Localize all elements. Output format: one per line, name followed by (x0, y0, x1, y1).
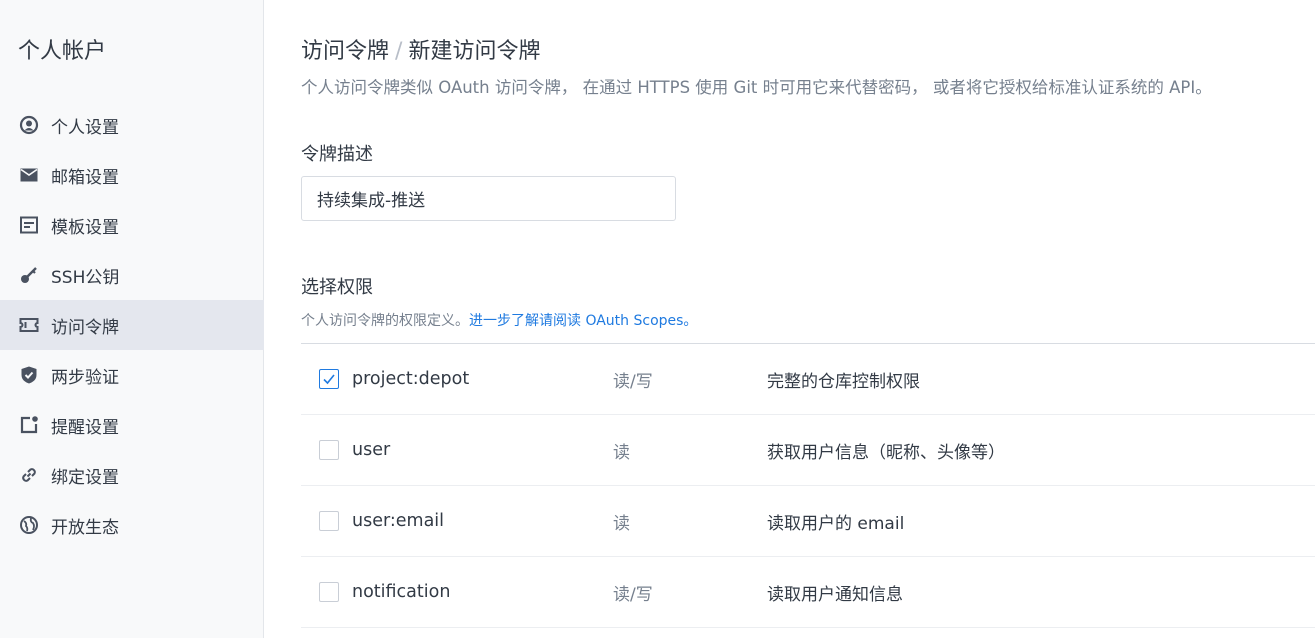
sidebar-item-label: SSH公钥 (51, 267, 120, 288)
notification-icon (18, 414, 40, 436)
permissions-hint-text: 个人访问令牌的权限定义。 (301, 313, 469, 329)
table-row: user 读 获取用户信息（昵称、头像等） (301, 415, 1315, 486)
key-icon (18, 264, 40, 286)
mail-icon (18, 164, 40, 186)
ticket-icon (18, 314, 40, 336)
breadcrumb: 访问令牌 / 新建访问令牌 (301, 37, 540, 67)
page-description: 个人访问令牌类似 OAuth 访问令牌， 在通过 HTTPS 使用 Git 时可… (301, 78, 1212, 97)
scope-name: user (352, 440, 391, 460)
scope-description: 读取用户的 email (767, 513, 905, 534)
sidebar-item-label: 个人设置 (51, 117, 119, 138)
scope-access: 读/写 (613, 584, 653, 605)
sidebar: 个人帐户 个人设置 邮箱设置 模板设置 SSH公钥 访问令牌 两步验证 提醒设置… (0, 0, 264, 638)
scope-access: 读 (613, 442, 630, 463)
scope-checkbox-project-depot[interactable] (319, 369, 339, 389)
token-description-input[interactable] (301, 176, 676, 221)
sidebar-item-binding-settings[interactable]: 绑定设置 (0, 450, 264, 500)
oauth-scopes-link[interactable]: 进一步了解请阅读 OAuth Scopes。 (469, 313, 697, 329)
sidebar-item-access-tokens[interactable]: 访问令牌 (0, 300, 264, 350)
scope-access: 读/写 (613, 371, 653, 392)
sidebar-item-template-settings[interactable]: 模板设置 (0, 200, 264, 250)
sidebar-item-email-settings[interactable]: 邮箱设置 (0, 150, 264, 200)
scope-checkbox-user-email[interactable] (319, 511, 339, 531)
scope-name: user:email (352, 511, 445, 531)
sidebar-item-label: 邮箱设置 (51, 167, 119, 188)
sidebar-item-open-ecosystem[interactable]: 开放生态 (0, 500, 264, 550)
sidebar-item-ssh-keys[interactable]: SSH公钥 (0, 250, 264, 300)
sidebar-item-label: 开放生态 (51, 517, 119, 538)
checkmark-icon (323, 374, 335, 385)
link-icon (18, 464, 40, 486)
table-row: user:email 读 读取用户的 email (301, 486, 1315, 557)
scope-checkbox-user[interactable] (319, 440, 339, 460)
sidebar-item-notification-settings[interactable]: 提醒设置 (0, 400, 264, 450)
user-circle-icon (18, 114, 40, 136)
sidebar-menu: 个人设置 邮箱设置 模板设置 SSH公钥 访问令牌 两步验证 提醒设置 绑定设置… (0, 100, 264, 550)
sidebar-item-label: 访问令牌 (51, 317, 119, 338)
template-icon (18, 214, 40, 236)
shield-icon (18, 364, 40, 386)
breadcrumb-separator: / (395, 39, 403, 64)
sidebar-item-personal-settings[interactable]: 个人设置 (0, 100, 264, 150)
sidebar-item-label: 绑定设置 (51, 467, 119, 488)
scope-access: 读 (613, 513, 630, 534)
scope-description: 获取用户信息（昵称、头像等） (767, 442, 1005, 463)
permissions-label: 选择权限 (301, 277, 373, 298)
permissions-hint: 个人访问令牌的权限定义。进一步了解请阅读 OAuth Scopes。 (301, 310, 697, 332)
scope-description: 完整的仓库控制权限 (767, 371, 920, 392)
sidebar-item-label: 模板设置 (51, 217, 119, 238)
scope-name: project:depot (352, 369, 470, 389)
sidebar-item-label: 提醒设置 (51, 417, 119, 438)
scope-name: notification (352, 582, 451, 602)
table-row: project:depot 读/写 完整的仓库控制权限 (301, 344, 1315, 415)
breadcrumb-parent[interactable]: 访问令牌 (301, 39, 389, 64)
table-row: notification 读/写 读取用户通知信息 (301, 557, 1315, 628)
scope-checkbox-notification[interactable] (319, 582, 339, 602)
globe-icon (18, 514, 40, 536)
token-description-label: 令牌描述 (301, 144, 373, 165)
scope-description: 读取用户通知信息 (767, 584, 903, 605)
sidebar-item-two-factor[interactable]: 两步验证 (0, 350, 264, 400)
sidebar-item-label: 两步验证 (51, 367, 119, 388)
breadcrumb-current: 新建访问令牌 (408, 39, 541, 64)
sidebar-title: 个人帐户 (18, 39, 107, 64)
scopes-table: project:depot 读/写 完整的仓库控制权限 user 读 获取用户信… (301, 343, 1315, 628)
